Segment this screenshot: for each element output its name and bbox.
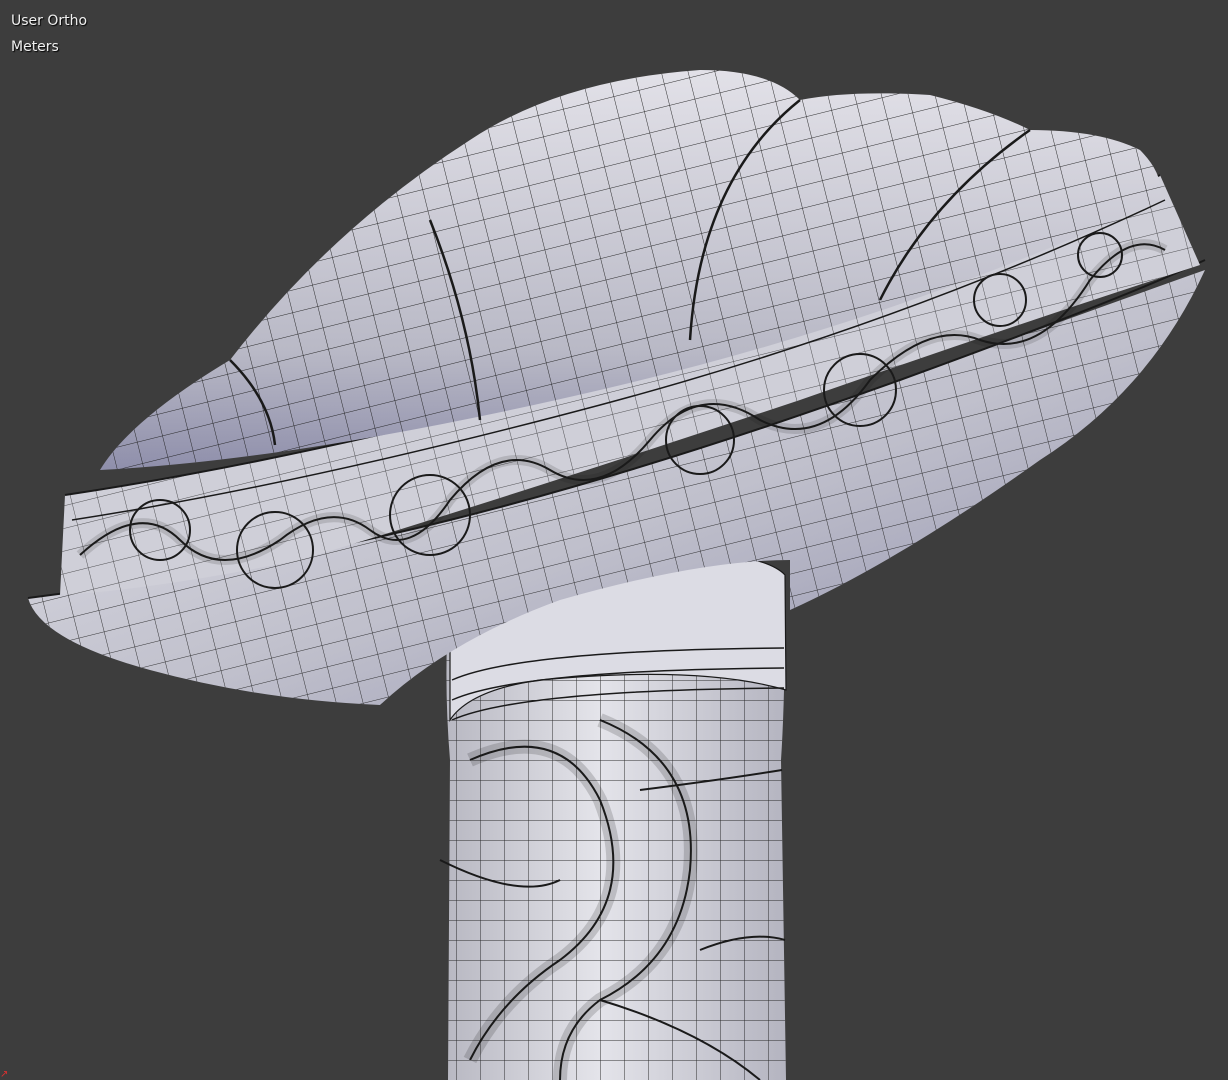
viewport-info-overlay: User Ortho Meters — [11, 8, 87, 60]
z-axis-icon: ↗ — [0, 1069, 9, 1080]
3d-viewport[interactable]: User Ortho Meters ↗ — [0, 0, 1228, 1080]
units-label: Meters — [11, 39, 59, 55]
view-mode-label: User Ortho — [11, 13, 88, 29]
shaft-mesh — [439, 549, 787, 1080]
3d-model-mesh[interactable] — [0, 0, 1228, 1080]
